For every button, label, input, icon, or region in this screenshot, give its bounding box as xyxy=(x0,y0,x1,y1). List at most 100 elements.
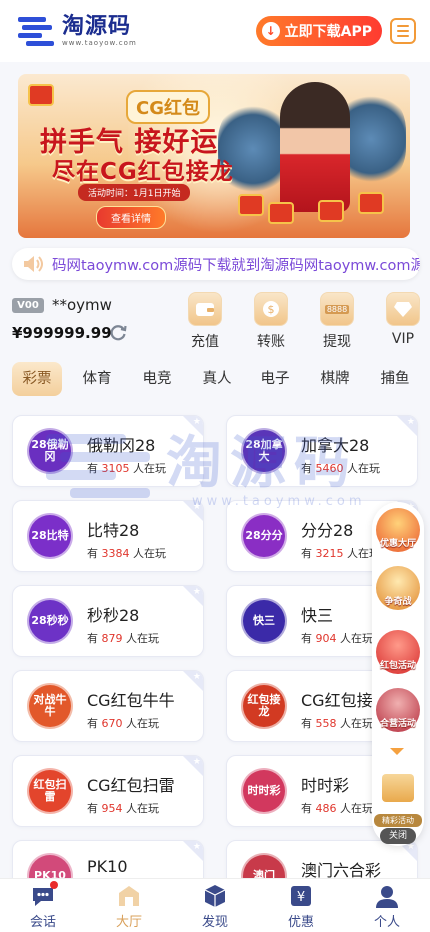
close-floater-button[interactable]: 关闭 xyxy=(380,828,416,844)
promo-hall-button[interactable]: 优惠大厅 xyxy=(376,508,420,552)
category-tabs: 彩票 体育 电竞 真人 电子 棋牌 捕鱼 xyxy=(0,362,430,398)
game-name: PK10 xyxy=(87,857,128,876)
wallet-actions: 充值 $ 转账 8888 提现 VIP xyxy=(180,292,430,352)
banner-model-image xyxy=(280,82,350,212)
user-info: V00 **oymw ¥999999.99 xyxy=(12,296,182,356)
username: **oymw xyxy=(52,296,112,314)
svg-text:¥: ¥ xyxy=(297,890,305,905)
promo-banner[interactable]: CG红包 拼手气 接好运 尽在CG红包接龙 活动时间：1月1日开始 查看详情 xyxy=(18,74,410,238)
tab-slots[interactable]: 电子 xyxy=(258,362,292,396)
game-card[interactable]: ★ 28俄勒冈 俄勒冈28 有 3105 人在玩 xyxy=(12,415,204,487)
game-card[interactable]: ★ 红包扫雷 CG红包扫雷 有 954 人在玩 xyxy=(12,755,204,827)
tab-live[interactable]: 真人 xyxy=(200,362,234,396)
app-header: 淘源码 www.taoyow.com ↓ 立即下载APP xyxy=(0,0,430,62)
red-packet-icon xyxy=(28,84,54,106)
game-name: 分分28 xyxy=(301,521,354,540)
nav-chat[interactable]: 会话 xyxy=(13,881,73,930)
game-players: 有 558 人在玩 xyxy=(301,717,373,730)
game-icon: 28秒秒 xyxy=(27,598,73,644)
game-card[interactable]: ★ PK10 PK10 xyxy=(12,840,204,878)
tab-fishing[interactable]: 捕鱼 xyxy=(378,362,412,396)
tab-esports[interactable]: 电竞 xyxy=(140,362,174,396)
chat-icon xyxy=(30,881,58,909)
game-grid: ★ 28俄勒冈 俄勒冈28 有 3105 人在玩 ★ 28加拿大 加拿大28 有… xyxy=(0,412,430,878)
game-card[interactable]: ★ 28加拿大 加拿大28 有 5460 人在玩 xyxy=(226,415,418,487)
red-packet-icon xyxy=(318,200,344,222)
transfer-label: 转账 xyxy=(257,334,285,350)
download-app-button[interactable]: ↓ 立即下载APP xyxy=(255,16,382,46)
red-packet-icon xyxy=(358,192,384,214)
refresh-icon[interactable] xyxy=(108,322,128,342)
game-card[interactable]: ★ 对战牛牛 CG红包牛牛 有 670 人在玩 xyxy=(12,670,204,742)
vip-label: VIP xyxy=(391,331,415,347)
nav-chat-label: 会话 xyxy=(29,915,56,930)
game-players: 有 3105 人在玩 xyxy=(87,462,166,475)
tab-cards[interactable]: 棋牌 xyxy=(318,362,352,396)
game-players: 有 5460 人在玩 xyxy=(301,462,380,475)
game-players: 有 904 人在玩 xyxy=(301,632,373,645)
nav-hall[interactable]: 大厅 xyxy=(99,883,159,930)
recharge-label: 充值 xyxy=(191,334,219,350)
red-packet-icon xyxy=(268,202,294,224)
game-players: 有 3384 人在玩 xyxy=(87,547,166,560)
game-icon: 红包接龙 xyxy=(241,683,287,729)
game-name: 俄勒冈28 xyxy=(87,436,156,455)
hall-icon xyxy=(116,883,142,909)
banner-details-button[interactable]: 查看详情 xyxy=(96,206,166,229)
vip-button[interactable]: VIP xyxy=(378,292,428,347)
game-name: 时时彩 xyxy=(301,776,350,795)
game-icon: PK10 xyxy=(27,853,73,878)
speaker-icon xyxy=(22,255,44,273)
game-card[interactable]: ★ 28比特 比特28 有 3384 人在玩 xyxy=(12,500,204,572)
balance: ¥999999.99 xyxy=(12,324,112,342)
collapse-arrow-icon[interactable] xyxy=(390,748,404,755)
game-players: 有 3215 人在玩 xyxy=(301,547,380,560)
diamond-icon xyxy=(386,292,420,326)
download-icon: ↓ xyxy=(261,22,280,40)
game-name: 比特28 xyxy=(87,521,140,540)
game-icon: 28比特 xyxy=(27,513,73,559)
activities-label: 精彩活动 xyxy=(374,814,422,827)
nav-discover[interactable]: 发现 xyxy=(185,883,245,930)
game-name: CG红包扫雷 xyxy=(87,776,175,795)
game-icon: 28分分 xyxy=(241,513,287,559)
promo-redpacket-button[interactable]: 红包活动 xyxy=(376,630,420,674)
game-icon: 28加拿大 xyxy=(241,428,287,474)
game-icon: 时时彩 xyxy=(241,768,287,814)
tab-lottery[interactable]: 彩票 xyxy=(12,362,62,396)
nav-discover-label: 发现 xyxy=(201,915,228,930)
tab-sports[interactable]: 体育 xyxy=(80,362,114,396)
wallet-icon xyxy=(188,292,222,326)
nav-promotions[interactable]: ¥ 优惠 xyxy=(271,883,331,930)
nav-promotions-label: 优惠 xyxy=(287,915,314,930)
game-icon: 快三 xyxy=(241,598,287,644)
game-name: 加拿大28 xyxy=(301,436,370,455)
game-icon: 红包扫雷 xyxy=(27,768,73,814)
download-app-label: 立即下载APP xyxy=(284,24,372,40)
atm-icon-text: 8888 xyxy=(324,304,350,314)
game-icon: 对战牛牛 xyxy=(27,683,73,729)
user-icon xyxy=(374,883,400,909)
game-players: 有 954 人在玩 xyxy=(87,802,159,815)
recharge-button[interactable]: 充值 xyxy=(180,292,230,351)
nav-hall-label: 大厅 xyxy=(115,915,142,930)
promo-icon: ¥ xyxy=(288,883,314,909)
game-card[interactable]: ★ 28秒秒 秒秒28 有 879 人在玩 xyxy=(12,585,204,657)
promo-contest-button[interactable]: 争奇战 xyxy=(376,566,420,610)
game-name: 快三 xyxy=(301,606,334,625)
game-players: 有 486 人在玩 xyxy=(301,802,373,815)
game-name: 澳门六合彩 xyxy=(301,861,382,878)
vip-level-badge: V00 xyxy=(12,298,44,313)
nav-profile[interactable]: 个人 xyxy=(357,883,417,930)
transfer-button[interactable]: $ 转账 xyxy=(246,292,296,351)
menu-button[interactable] xyxy=(390,18,416,44)
logo[interactable]: 淘源码 www.taoyow.com xyxy=(18,13,137,49)
red-packet-icon xyxy=(238,194,264,216)
game-players: 有 879 人在玩 xyxy=(87,632,159,645)
gift-icon[interactable] xyxy=(382,774,414,802)
promo-partner-button[interactable]: 合营活动 xyxy=(376,688,420,732)
announcement-marquee[interactable]: 码网taoymw.com源码下载就到淘源码网taoymw.com源 xyxy=(12,248,420,280)
withdraw-button[interactable]: 8888 提现 xyxy=(312,292,362,351)
logo-mark-icon xyxy=(18,13,56,49)
game-card[interactable]: ★ 澳门 澳门六合彩 xyxy=(226,840,418,878)
